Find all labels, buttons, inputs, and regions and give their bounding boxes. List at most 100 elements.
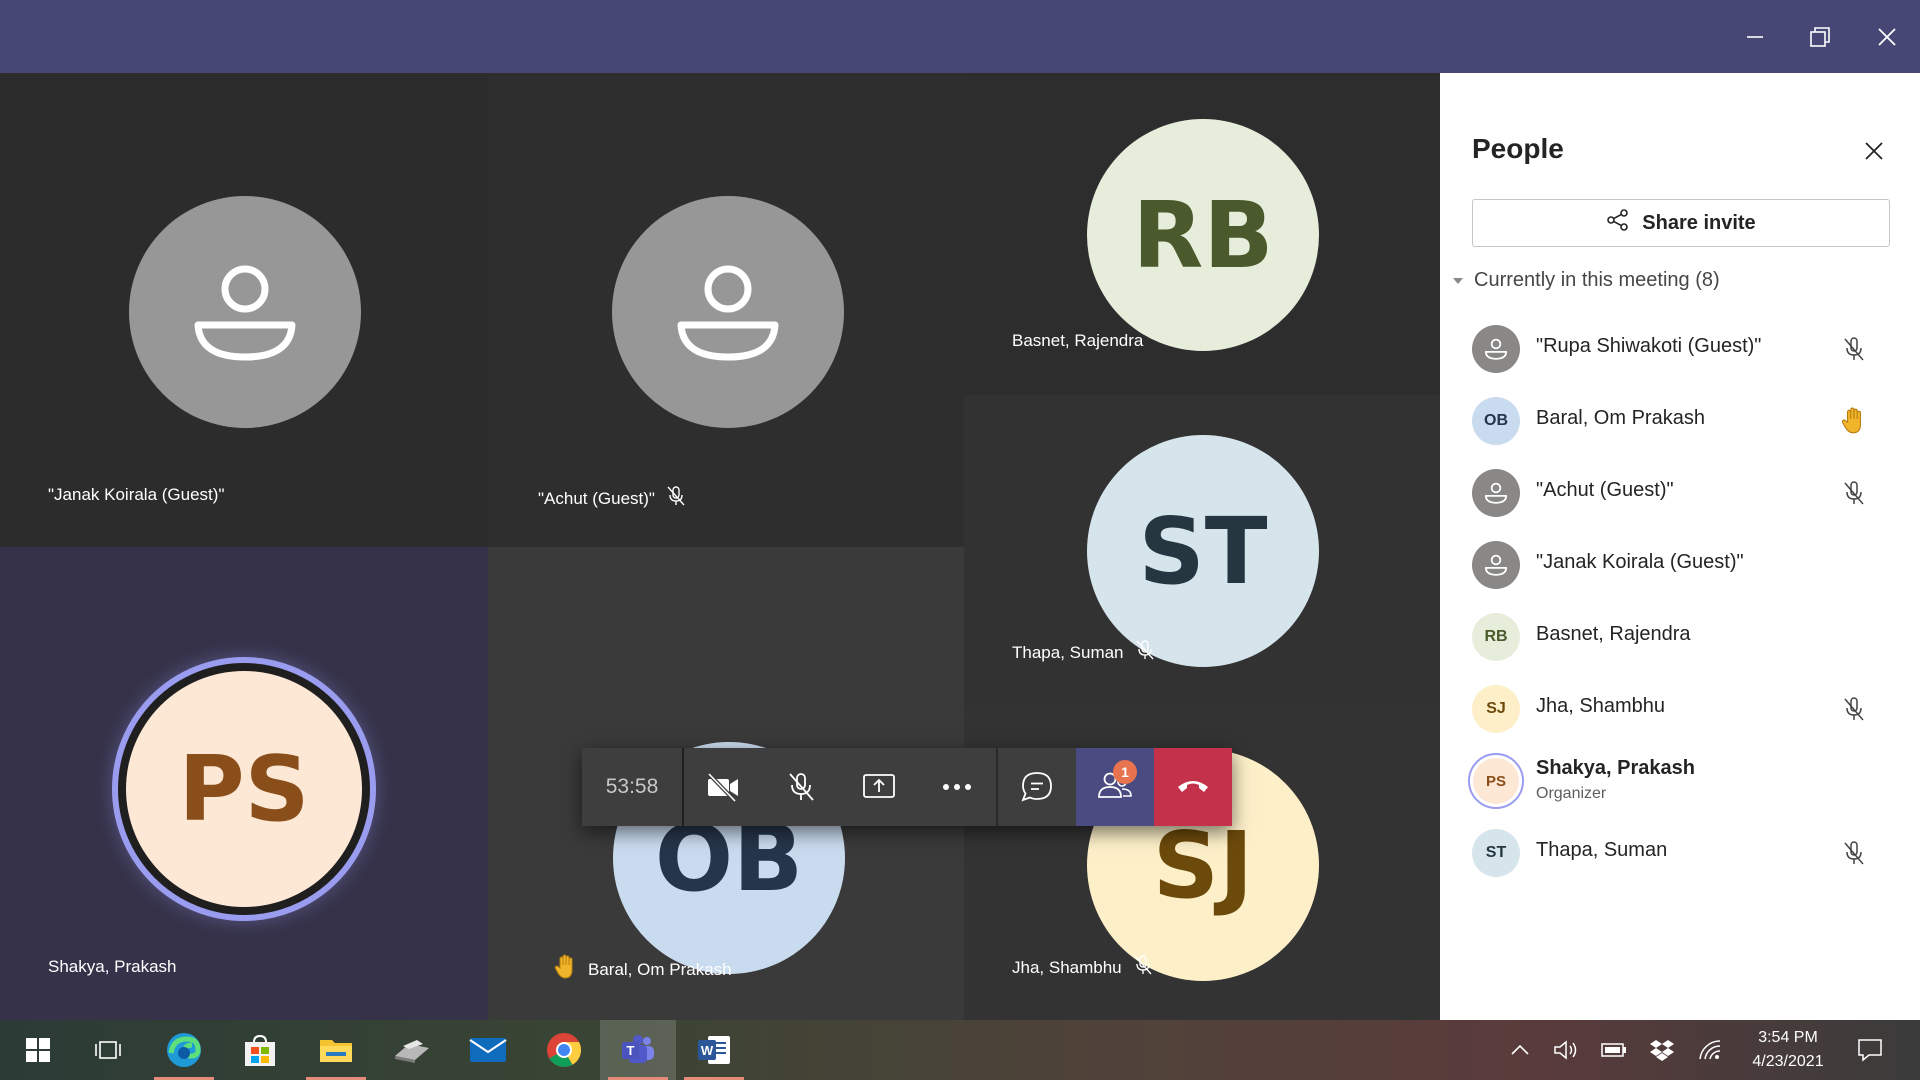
clock-date: 4/23/2021 [1752,1053,1824,1070]
wifi-icon[interactable] [1686,1020,1734,1080]
person-icon [1472,541,1520,589]
participant-row[interactable]: OB Baral, Om Prakash [1440,385,1920,457]
chrome-icon[interactable] [526,1020,602,1080]
title-bar [0,0,1920,73]
participant-name: Thapa, Suman [1536,839,1668,861]
share-invite-button[interactable]: Share invite [1472,199,1890,247]
chat-icon[interactable] [998,748,1076,826]
mic-off-icon [1838,477,1870,509]
task-view-icon[interactable] [70,1020,146,1080]
person-icon [1472,325,1520,373]
avatar-ps: PS [126,671,362,907]
participant-name: "Rupa Shiwakoti (Guest)" [1536,335,1762,357]
video-tile-thapa[interactable]: ST Thapa, Suman [964,395,1440,707]
mic-off-icon[interactable] [762,748,840,826]
panel-title: People [1472,133,1564,164]
dropbox-icon[interactable] [1638,1020,1686,1080]
camera-off-icon[interactable] [684,748,762,826]
system-clock[interactable]: 3:54 PM 4/23/2021 [1728,1026,1848,1074]
participant-row[interactable]: PS Shakya, Prakash Organizer [1440,745,1920,817]
participant-row[interactable]: RB Basnet, Rajendra [1440,601,1920,673]
speaking-ring: PS [112,657,376,921]
mic-off-icon [1838,333,1870,365]
avatar-ps: PS [1473,758,1519,804]
taskbar: T W 3:54 PM 4/23/2021 [0,1020,1920,1080]
close-icon[interactable] [1864,14,1910,60]
raised-hand-icon [554,954,578,985]
avatar-rb: RB [1087,119,1319,351]
participant-name: Jha, Shambhu [1536,695,1665,717]
notifications-icon[interactable] [1846,1020,1894,1080]
tile-name-label: Jha, Shambhu [1012,957,1122,977]
participant-row[interactable]: "Achut (Guest)" [1440,457,1920,529]
svg-text:T: T [627,1043,635,1058]
teams-icon[interactable]: T [600,1020,676,1080]
tile-name-label: "Janak Koirala (Guest)" [48,485,225,504]
video-tile-achut[interactable]: "Achut (Guest)" [488,73,964,547]
person-icon [129,196,361,428]
share-icon [1606,208,1630,238]
participant-row[interactable]: "Rupa Shiwakoti (Guest)" [1440,313,1920,385]
raised-hand-icon [1838,405,1870,437]
hang-up-button[interactable] [1154,748,1232,826]
scanner-icon[interactable] [374,1020,450,1080]
tile-name-label: "Achut (Guest)" [538,488,655,508]
minimize-icon[interactable] [1732,14,1778,60]
file-explorer-icon[interactable] [298,1020,374,1080]
edge-icon[interactable] [146,1020,222,1080]
participant-name: "Janak Koirala (Guest)" [1536,551,1744,573]
tile-name-label: Thapa, Suman [1012,642,1124,662]
video-stage: "Janak Koirala (Guest)" "Achut (Guest)" … [0,73,1440,1020]
avatar-st: ST [1087,435,1319,667]
video-tile-janak[interactable]: "Janak Koirala (Guest)" [0,73,488,547]
mic-off-icon [1838,693,1870,725]
mail-icon[interactable] [450,1020,526,1080]
share-screen-icon[interactable] [840,748,918,826]
mic-off-icon [665,485,687,512]
call-timer: 53:58 [582,748,684,826]
clock-time: 3:54 PM [1758,1029,1818,1046]
tile-name-label: Baral, Om Prakash [588,959,732,979]
avatar-sj: SJ [1472,685,1520,733]
mic-off-icon [1132,954,1154,981]
chevron-up-icon[interactable] [1496,1020,1544,1080]
share-invite-label: Share invite [1642,211,1756,234]
section-header[interactable]: Currently in this meeting (8) [1452,269,1720,292]
person-icon [612,196,844,428]
participant-list: "Rupa Shiwakoti (Guest)" OB Baral, Om Pr… [1440,313,1920,889]
avatar-rb: RB [1472,613,1520,661]
section-label: Currently in this meeting (8) [1474,269,1720,291]
participant-name: Baral, Om Prakash [1536,407,1705,429]
participant-name: Shakya, Prakash [1536,757,1695,779]
battery-icon[interactable] [1590,1020,1638,1080]
people-button[interactable]: 1 [1076,748,1154,826]
participant-row[interactable]: ST Thapa, Suman [1440,817,1920,889]
word-icon[interactable]: W [676,1020,752,1080]
participant-name: Basnet, Rajendra [1536,623,1691,645]
windows-start-icon[interactable] [0,1020,76,1080]
caret-down-icon [1452,269,1464,292]
participant-name: "Achut (Guest)" [1536,479,1674,501]
person-icon [1472,469,1520,517]
hang-up-icon [1175,776,1211,799]
close-icon[interactable] [1854,131,1894,171]
participant-row[interactable]: SJ Jha, Shambhu [1440,673,1920,745]
mic-off-icon [1838,837,1870,869]
notification-badge: 1 [1113,760,1137,784]
participant-role: Organizer [1536,785,1607,802]
volume-icon[interactable] [1542,1020,1590,1080]
speaking-ring: PS [1468,753,1524,809]
avatar-ob: OB [1472,397,1520,445]
tile-name-label: Basnet, Rajendra [1012,331,1144,350]
avatar-st: ST [1472,829,1520,877]
participant-row[interactable]: "Janak Koirala (Guest)" [1440,529,1920,601]
store-icon[interactable] [222,1020,298,1080]
tile-name-label: Shakya, Prakash [48,957,177,976]
restore-icon[interactable] [1797,14,1843,60]
svg-text:W: W [701,1043,714,1058]
more-icon[interactable] [918,748,996,826]
video-tile-basnet[interactable]: RB Basnet, Rajendra [964,73,1440,395]
mic-off-icon [1134,639,1156,666]
video-tile-shakya[interactable]: PS Shakya, Prakash [0,547,488,1020]
call-controls: 53:58 1 [582,748,1232,826]
